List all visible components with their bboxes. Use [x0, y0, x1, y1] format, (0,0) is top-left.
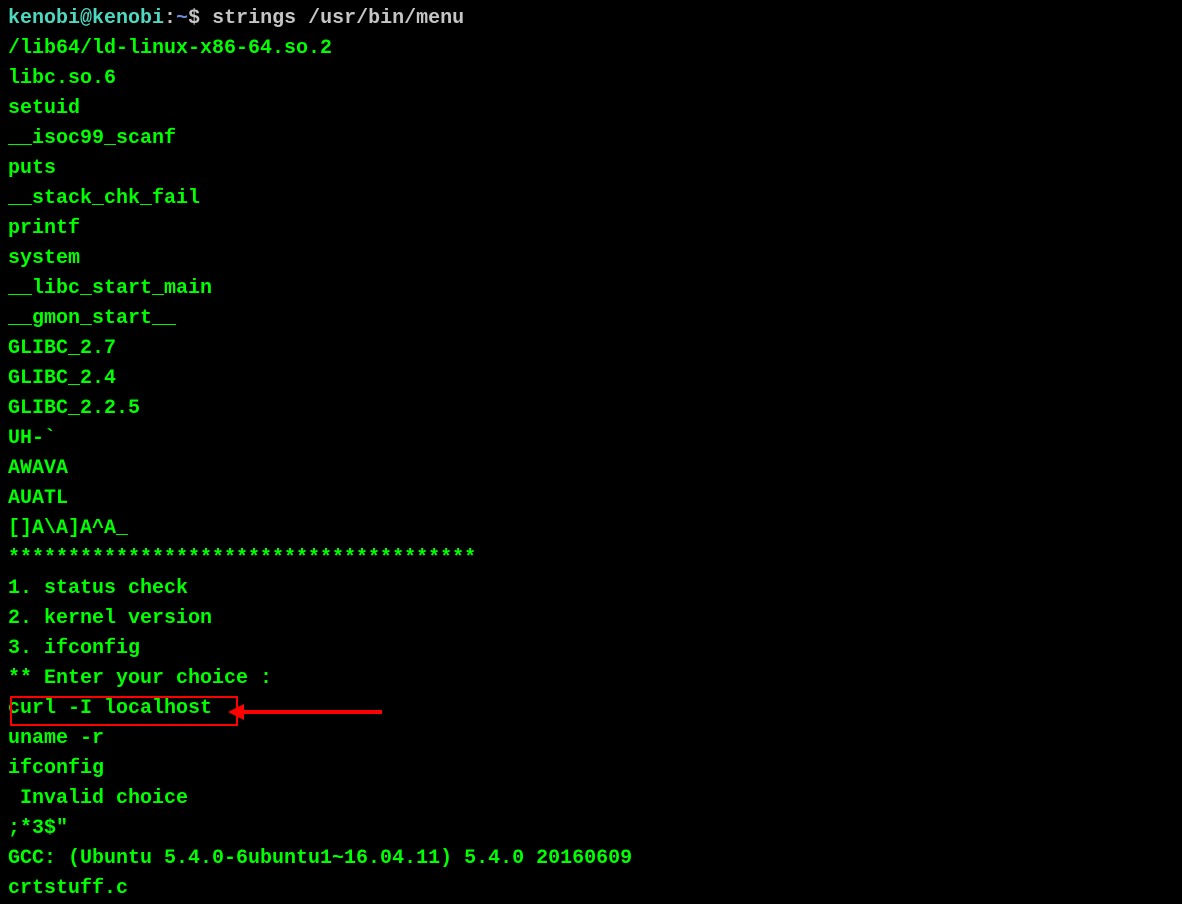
command-text: strings /usr/bin/menu	[212, 7, 464, 30]
output-line: ;*3$"	[8, 814, 1174, 844]
output-line: setuid	[8, 94, 1174, 124]
output-line: puts	[8, 154, 1174, 184]
output-line: GLIBC_2.4	[8, 364, 1174, 394]
prompt-dollar: $	[188, 7, 212, 30]
output-line: 1. status check	[8, 574, 1174, 604]
prompt-path: ~	[176, 7, 188, 30]
output-line: ifconfig	[8, 754, 1174, 784]
output-line: /lib64/ld-linux-x86-64.so.2	[8, 34, 1174, 64]
output-line: uname -r	[8, 724, 1174, 754]
prompt-colon: :	[164, 7, 176, 30]
terminal-window[interactable]: kenobi@kenobi:~$ strings /usr/bin/menu /…	[8, 4, 1174, 904]
prompt-user-host: kenobi@kenobi	[8, 7, 164, 30]
output-line: __libc_start_main	[8, 274, 1174, 304]
output-line: GLIBC_2.2.5	[8, 394, 1174, 424]
output-line: AUATL	[8, 484, 1174, 514]
output-line: AWAVA	[8, 454, 1174, 484]
output-line: ** Enter your choice :	[8, 664, 1174, 694]
output-line: printf	[8, 214, 1174, 244]
output-line: crtstuff.c	[8, 874, 1174, 904]
output-line: libc.so.6	[8, 64, 1174, 94]
output-line: system	[8, 244, 1174, 274]
output-line: __isoc99_scanf	[8, 124, 1174, 154]
output-line: ***************************************	[8, 544, 1174, 574]
output-line: GCC: (Ubuntu 5.4.0-6ubuntu1~16.04.11) 5.…	[8, 844, 1174, 874]
output-line: []A\A]A^A_	[8, 514, 1174, 544]
prompt-line: kenobi@kenobi:~$ strings /usr/bin/menu	[8, 4, 1174, 34]
output-line: __stack_chk_fail	[8, 184, 1174, 214]
output-line: 2. kernel version	[8, 604, 1174, 634]
output-line: Invalid choice	[8, 784, 1174, 814]
output-line: 3. ifconfig	[8, 634, 1174, 664]
output-line: GLIBC_2.7	[8, 334, 1174, 364]
output-line-highlighted: curl -I localhost	[8, 694, 1174, 724]
output-line: UH-`	[8, 424, 1174, 454]
output-line: __gmon_start__	[8, 304, 1174, 334]
